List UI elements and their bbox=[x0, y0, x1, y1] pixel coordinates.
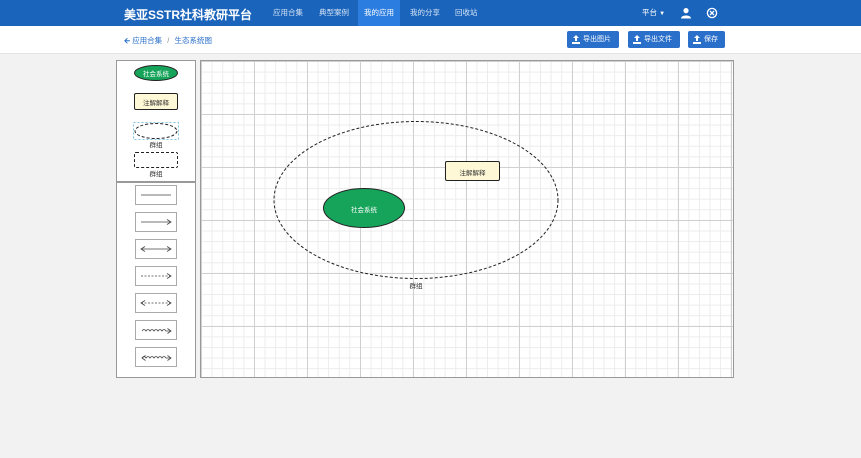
caret-down-icon: ▼ bbox=[659, 11, 666, 17]
solid-line-icon bbox=[141, 194, 171, 196]
connector-dashed-arrow-both[interactable] bbox=[135, 293, 177, 313]
shape-palette: 社会系统 注解解释 群组 群组 bbox=[116, 60, 196, 378]
nav-item-app-collection[interactable]: 应用合集 bbox=[269, 0, 307, 26]
diagram-canvas[interactable]: 群组 社会系统 注解解释 bbox=[200, 60, 734, 378]
save-button[interactable]: 保存 bbox=[688, 31, 725, 48]
diagram-group-label[interactable]: 群组 bbox=[401, 280, 431, 290]
dashed-arrow-both-icon bbox=[140, 300, 172, 306]
connector-solid-line[interactable] bbox=[135, 185, 177, 205]
top-navbar: 美亚SSTR社科教研平台 应用合集 典型案例 我的应用 我的分享 回收站 平台 … bbox=[0, 0, 861, 26]
breadcrumb: 🡨 应用合集 / 生态系统图 bbox=[124, 35, 212, 48]
platform-label: 平台 bbox=[642, 8, 657, 17]
nav-item-my-shares[interactable]: 我的分享 bbox=[406, 0, 444, 26]
connector-arrow-right[interactable] bbox=[135, 212, 177, 232]
palette-group-rect-label: 群组 bbox=[149, 171, 163, 178]
palette-divider bbox=[117, 181, 195, 183]
diagram-social-system-label: 社会系统 bbox=[351, 207, 377, 214]
upload-icon bbox=[693, 35, 701, 44]
upload-icon bbox=[572, 35, 580, 44]
nav-item-my-apps[interactable]: 我的应用 bbox=[358, 0, 400, 26]
arrow-left-icon[interactable]: 🡨 bbox=[124, 36, 130, 45]
palette-note-label: 注解解释 bbox=[143, 100, 169, 107]
nav-item-recycle-bin[interactable]: 回收站 bbox=[451, 0, 482, 26]
export-file-label: 导出文件 bbox=[644, 36, 672, 43]
app-title[interactable]: 美亚SSTR社科教研平台 bbox=[124, 6, 252, 23]
diagram-group-ellipse[interactable] bbox=[271, 120, 561, 282]
close-circle-icon[interactable] bbox=[706, 7, 718, 19]
dashed-arrow-right-icon bbox=[141, 273, 172, 279]
breadcrumb-parent-link[interactable]: 应用合集 bbox=[132, 36, 162, 45]
palette-group-ellipse-shape[interactable] bbox=[133, 122, 179, 140]
user-icon[interactable] bbox=[680, 7, 692, 19]
palette-group-ellipse-label: 群组 bbox=[149, 142, 163, 149]
palette-social-system-label: 社会系统 bbox=[143, 71, 169, 78]
breadcrumb-separator: / bbox=[167, 36, 170, 45]
export-image-button[interactable]: 导出图片 bbox=[567, 31, 619, 48]
export-image-label: 导出图片 bbox=[583, 36, 611, 43]
wavy-arrow-both-icon bbox=[141, 355, 172, 361]
save-label: 保存 bbox=[704, 36, 718, 43]
palette-group-rect-shape[interactable] bbox=[134, 152, 178, 168]
nav-item-typical-cases[interactable]: 典型案例 bbox=[315, 0, 353, 26]
upload-icon bbox=[633, 35, 641, 44]
connector-wavy-arrow-right[interactable] bbox=[135, 320, 177, 340]
platform-dropdown[interactable]: 平台 ▼ bbox=[642, 0, 665, 26]
arrow-both-icon bbox=[140, 246, 172, 252]
connector-arrow-both[interactable] bbox=[135, 239, 177, 259]
arrow-right-icon bbox=[141, 219, 172, 225]
wavy-arrow-right-icon bbox=[141, 328, 172, 334]
export-file-button[interactable]: 导出文件 bbox=[628, 31, 680, 48]
diagram-note-label: 注解解释 bbox=[459, 170, 486, 177]
connector-wavy-arrow-both[interactable] bbox=[135, 347, 177, 367]
breadcrumb-current: 生态系统图 bbox=[174, 36, 212, 45]
connector-dashed-arrow-right[interactable] bbox=[135, 266, 177, 286]
